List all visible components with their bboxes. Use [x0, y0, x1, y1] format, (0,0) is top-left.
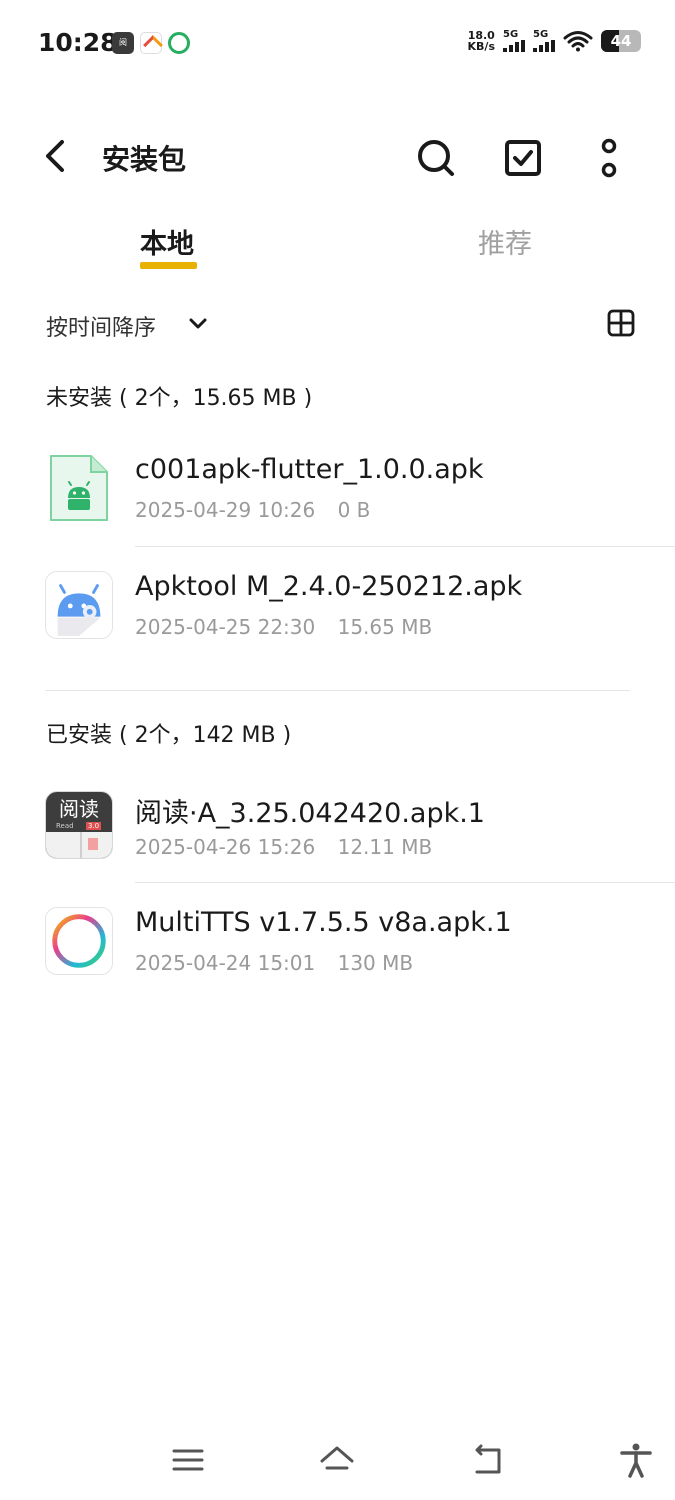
file-size: 15.65 MB	[337, 615, 433, 639]
sort-bar: 按时间降序	[46, 306, 636, 346]
list-item[interactable]: Apktool M_2.4.0-250212.apk 2025-04-25 22…	[0, 557, 675, 657]
active-tab-indicator	[140, 262, 197, 269]
grid-view-icon[interactable]	[606, 308, 636, 338]
section-title-installed: 已安装 ( 2个，142 MB )	[46, 723, 292, 748]
sim2-label: 5G	[533, 29, 549, 40]
chevron-down-icon[interactable]	[186, 312, 210, 336]
file-date: 2025-04-25 22:30	[135, 615, 316, 639]
back-arrow-icon[interactable]	[34, 134, 78, 178]
battery-level: 44	[610, 32, 632, 50]
file-name: Apktool M_2.4.0-250212.apk	[135, 571, 523, 602]
menu-icon[interactable]	[170, 1442, 206, 1478]
read-icon-version: 3.0	[86, 822, 102, 830]
file-size: 0 B	[337, 498, 371, 522]
sort-dropdown[interactable]: 按时间降序	[46, 310, 156, 342]
file-meta: 2025-04-29 10:26 0 B	[135, 498, 370, 522]
status-bar: 10:28 阅 18.0 KB/s 5G 5G 44	[0, 0, 675, 90]
list-item[interactable]: MultiTTS v1.7.5.5 v8a.apk.1 2025-04-24 1…	[0, 893, 675, 993]
file-name: c001apk-flutter_1.0.0.apk	[135, 454, 484, 485]
sim2-signal-icon: 5G	[533, 30, 555, 52]
kuai-app-icon	[140, 32, 162, 54]
section-title-not-installed: 未安装 ( 2个，15.65 MB )	[46, 386, 313, 411]
more-options-icon[interactable]	[585, 134, 633, 182]
notification-icons: 阅	[112, 32, 190, 54]
read-app-icon: 阅	[112, 32, 134, 54]
read-icon-text: 阅读	[59, 797, 99, 821]
file-name: MultiTTS v1.7.5.5 v8a.apk.1	[135, 907, 512, 938]
back-icon[interactable]	[469, 1442, 505, 1478]
list-item[interactable]: 阅读 Read 3.0 阅读·A_3.25.042420.apk.1 2025-…	[0, 777, 675, 877]
multitts-icon	[45, 907, 113, 975]
file-size: 130 MB	[337, 951, 414, 975]
read-app-icon: 阅读 Read 3.0	[45, 791, 113, 859]
search-icon[interactable]	[412, 134, 460, 182]
select-checkbox-icon[interactable]	[499, 134, 547, 182]
section-divider	[45, 690, 630, 691]
sim1-signal-icon: 5G	[503, 30, 525, 52]
home-icon[interactable]	[319, 1442, 355, 1478]
divider	[135, 882, 675, 883]
net-speed-unit: KB/s	[467, 40, 495, 53]
status-indicators: 18.0 KB/s 5G 5G 44	[468, 30, 641, 52]
divider	[135, 546, 675, 547]
page-title: 安装包	[102, 143, 187, 176]
list-item[interactable]: c001apk-flutter_1.0.0.apk 2025-04-29 10:…	[0, 440, 675, 540]
file-name: 阅读·A_3.25.042420.apk.1	[135, 798, 485, 829]
read-icon-subtext: Read	[56, 822, 74, 830]
file-meta: 2025-04-26 15:26 12.11 MB	[135, 835, 432, 859]
tab-bar: 本地 推荐	[0, 222, 675, 282]
file-meta: 2025-04-24 15:01 130 MB	[135, 951, 413, 975]
file-size: 12.11 MB	[337, 835, 433, 859]
file-meta: 2025-04-25 22:30 15.65 MB	[135, 615, 432, 639]
status-time: 10:28	[38, 28, 118, 57]
file-date: 2025-04-29 10:26	[135, 498, 316, 522]
system-nav-bar	[0, 1430, 675, 1490]
tab-recommended[interactable]: 推荐	[478, 222, 532, 261]
app-header: 安装包	[0, 120, 675, 196]
tts-app-icon	[168, 32, 190, 54]
wifi-icon	[563, 31, 593, 52]
file-date: 2025-04-26 15:26	[135, 835, 316, 859]
android-apk-icon	[50, 455, 108, 521]
battery-icon: 44	[601, 30, 641, 52]
sim1-label: 5G	[503, 29, 519, 40]
apktool-icon	[45, 571, 113, 639]
accessibility-icon[interactable]	[618, 1442, 654, 1478]
tab-local[interactable]: 本地	[140, 222, 194, 261]
file-date: 2025-04-24 15:01	[135, 951, 316, 975]
net-speed: 18.0 KB/s	[468, 30, 495, 52]
